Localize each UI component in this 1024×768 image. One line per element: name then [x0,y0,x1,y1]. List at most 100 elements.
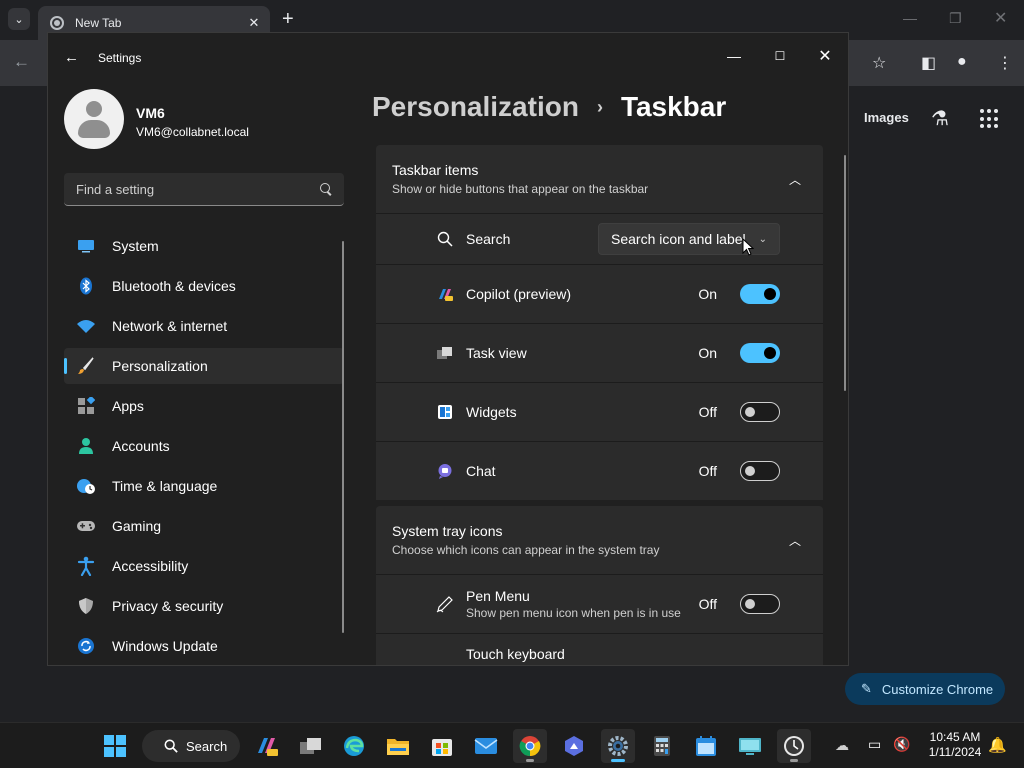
brush-icon [76,356,96,376]
tab-search-button[interactable]: ⌄ [8,8,30,30]
apps-icon [76,396,96,416]
task-view-row: Task view On [376,323,823,382]
group-title: Taskbar items [392,162,479,178]
update-icon [76,636,96,656]
network-icon[interactable]: ▭ [868,736,881,753]
widgets-icon [436,403,454,421]
nav-item-accounts[interactable]: Accounts [64,428,344,464]
widgets-state: Off [698,404,717,420]
taskbar-chrome[interactable] [513,729,547,763]
chrome-restore-icon[interactable]: ❐ [949,10,962,27]
avatar[interactable] [64,89,124,149]
gamepad-icon [76,516,96,536]
nav-item-accessibility[interactable]: Accessibility [64,548,344,584]
pen-menu-toggle[interactable] [740,594,780,614]
avatar-head-shape [86,101,102,117]
taskbar-clock-app[interactable] [777,729,811,763]
profile-name: VM6 [136,105,165,121]
taskbar-calendar[interactable] [689,729,723,763]
nav-item-windows-update[interactable]: Windows Update [64,628,344,664]
taskbar-copilot[interactable] [250,729,284,763]
taskbar-search-label: Search [186,738,228,754]
find-setting-box[interactable] [64,173,344,206]
nav-label: Time & language [112,478,218,494]
onedrive-icon[interactable]: ☁ [835,737,849,754]
copilot-label: Copilot (preview) [466,286,572,302]
nav-label: Bluetooth & devices [112,278,236,294]
maximize-icon[interactable]: ☐ [757,41,803,71]
chrome-menu-icon[interactable]: ⋮ [997,53,1013,73]
nav-label: System [112,238,159,254]
volume-muted-icon[interactable]: 🔇 [893,736,910,753]
content-scrollbar[interactable] [844,155,846,391]
profile-icon[interactable]: ● [957,53,967,71]
chevron-right-icon: › [596,96,603,117]
pen-menu-text: Pen Menu Show pen menu icon when pen is … [466,588,699,620]
chat-state: Off [698,463,717,479]
customize-chrome-button[interactable]: ✎ Customize Chrome [845,673,1005,705]
copilot-toggle[interactable] [740,284,780,304]
chevron-up-icon[interactable]: ︿ [783,528,807,552]
system-tray-header[interactable]: System tray icons Choose which icons can… [376,506,823,574]
tab-close-icon[interactable]: ✕ [244,15,264,31]
search-icon [436,230,454,248]
taskbar-mail[interactable] [469,729,503,763]
taskbar-search-button[interactable]: Search [142,730,240,762]
chevron-up-icon[interactable]: ︿ [783,167,807,191]
nav-label: Accounts [112,438,170,454]
nav-item-apps[interactable]: Apps [64,388,344,424]
widgets-toggle[interactable] [740,402,780,422]
chrome-back-icon[interactable]: ← [13,52,30,72]
nav-item-network[interactable]: Network & internet [64,308,344,344]
calculator-icon [654,736,670,756]
nav-item-system[interactable]: System [64,228,344,264]
taskbar-calculator[interactable] [645,729,679,763]
taskbar-edge[interactable] [337,729,371,763]
task-view-toggle[interactable] [740,343,780,363]
images-link[interactable]: Images [864,110,909,125]
google-apps-icon[interactable] [980,109,1000,129]
taskbar-items-header[interactable]: Taskbar items Show or hide buttons that … [376,145,823,213]
nav-item-privacy[interactable]: Privacy & security [64,588,344,624]
touch-keyboard-label: Touch keyboard [466,646,565,662]
taskbar-task-view[interactable] [294,729,328,763]
start-button[interactable] [98,729,132,763]
back-arrow-icon[interactable]: ← [64,49,79,66]
task-view-icon [436,344,454,362]
nav-item-time-language[interactable]: Time & language [64,468,344,504]
bluetooth-icon [76,276,96,296]
settings-nav: System Bluetooth & devices Network & int… [64,228,344,665]
search-icon [164,739,178,753]
nav-scrollbar[interactable] [342,241,344,633]
nav-item-personalization[interactable]: Personalization [64,348,344,384]
taskbar-file-explorer[interactable] [381,729,415,763]
bookmark-star-icon[interactable]: ☆ [872,53,886,73]
side-panel-icon[interactable]: ◧ [921,53,936,73]
avatar-body-shape [78,120,110,138]
taskbar-clock[interactable]: 10:45 AM 1/11/2024 [920,730,990,760]
taskbar-settings-content: Taskbar items Show or hide buttons that … [376,145,823,665]
taskbar-settings[interactable] [601,729,635,763]
taskbar-store[interactable] [425,729,459,763]
minimize-icon[interactable]: — [711,41,757,71]
chrome-close-icon[interactable]: ✕ [994,8,1007,28]
new-tab-button[interactable]: + [282,9,294,29]
labs-flask-icon[interactable]: ⚗ [931,106,949,131]
taskbar-remote-desktop[interactable] [733,729,767,763]
find-setting-input[interactable] [76,181,320,197]
breadcrumb-parent[interactable]: Personalization [372,91,579,123]
chat-toggle[interactable] [740,461,780,481]
pen-icon [436,595,454,613]
widgets-label: Widgets [466,404,517,420]
folder-icon [387,739,409,755]
nav-label: Privacy & security [112,598,224,614]
taskbar-photos[interactable] [557,729,591,763]
nav-item-bluetooth[interactable]: Bluetooth & devices [64,268,344,304]
chrome-minimize-icon[interactable]: — [903,10,917,26]
close-icon[interactable]: ✕ [802,41,848,71]
nav-item-gaming[interactable]: Gaming [64,508,344,544]
notification-bell-icon[interactable]: 🔔 [988,736,1007,754]
mouse-cursor-icon [742,238,754,256]
taskbar-items-group: Taskbar items Show or hide buttons that … [376,145,823,500]
search-icon[interactable] [320,183,332,195]
